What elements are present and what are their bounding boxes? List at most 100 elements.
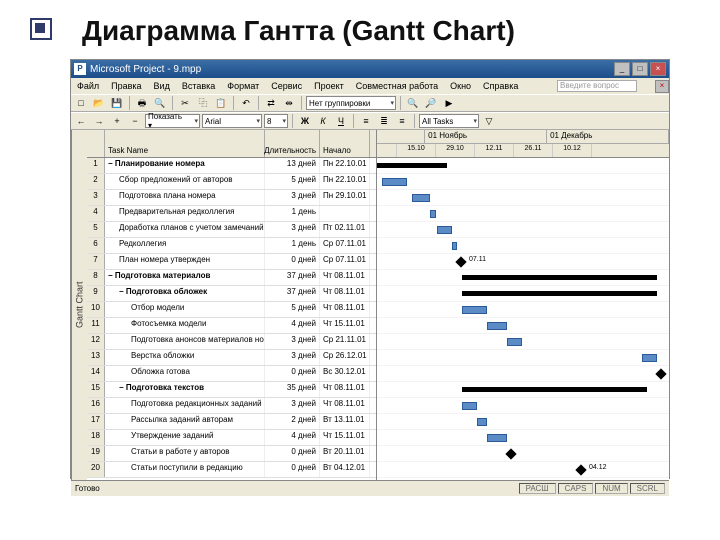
milestone-icon[interactable] (655, 368, 666, 379)
task-duration[interactable]: 13 дней (265, 158, 320, 173)
table-row[interactable]: 4Предварительная редколлегия1 день (87, 206, 376, 222)
task-duration[interactable]: 5 дней (265, 302, 320, 317)
task-start[interactable]: Ср 07.11.01 (320, 254, 370, 269)
task-duration[interactable]: 0 дней (265, 446, 320, 461)
task-name[interactable]: Сбор предложений от авторов (105, 174, 265, 189)
task-name[interactable]: − Подготовка обложек (105, 286, 265, 301)
task-duration[interactable]: 5 дней (265, 174, 320, 189)
task-name[interactable]: − Подготовка текстов (105, 382, 265, 397)
unlink-icon[interactable]: ⇹ (281, 95, 297, 111)
task-start[interactable] (320, 206, 370, 221)
col-header-id[interactable] (87, 130, 105, 157)
paste-icon[interactable]: 📋 (213, 95, 229, 111)
gantt-chart[interactable]: 01 Ноябрь 01 Декабрь 15.10 29.10 12.11 2… (377, 130, 669, 480)
align-right-icon[interactable]: ≡ (394, 113, 410, 129)
print-icon[interactable]: 🖶 (134, 95, 150, 111)
task-start[interactable]: Вт 20.11.01 (320, 446, 370, 461)
task-bar[interactable] (642, 354, 657, 362)
outline-minus-icon[interactable]: − (127, 113, 143, 129)
table-row[interactable]: 10Отбор модели5 днейЧт 08.11.01 (87, 302, 376, 318)
menu-collab[interactable]: Совместная работа (350, 81, 444, 91)
mdi-close-button[interactable]: × (655, 80, 669, 93)
table-row[interactable]: 20Статьи поступили в редакцию0 днейВт 04… (87, 462, 376, 478)
table-row[interactable]: 3Подготовка плана номера3 днейПн 29.10.0… (87, 190, 376, 206)
filter-combo[interactable]: All Tasks (419, 114, 479, 128)
task-bar[interactable] (477, 418, 487, 426)
milestone-icon[interactable] (455, 256, 466, 267)
table-row[interactable]: 2Сбор предложений от авторов5 днейПн 22.… (87, 174, 376, 190)
table-row[interactable]: 13Верстка обложки3 днейСр 26.12.01 (87, 350, 376, 366)
menu-help[interactable]: Справка (477, 81, 524, 91)
task-name[interactable]: − Подготовка материалов (105, 270, 265, 285)
task-duration[interactable]: 3 дней (265, 190, 320, 205)
task-duration[interactable]: 1 день (265, 238, 320, 253)
task-name[interactable]: − Планирование номера (105, 158, 265, 173)
close-button[interactable]: × (650, 62, 666, 76)
task-bar[interactable] (487, 434, 507, 442)
group-combo[interactable]: Нет группировки (306, 96, 396, 110)
task-name[interactable]: Отбор модели (105, 302, 265, 317)
bold-icon[interactable]: Ж (297, 113, 313, 129)
summary-bar[interactable] (377, 163, 447, 168)
task-name[interactable]: План номера утвержден (105, 254, 265, 269)
task-start[interactable]: Чт 08.11.01 (320, 286, 370, 301)
task-bar[interactable] (487, 322, 507, 330)
task-start[interactable]: Чт 15.11.01 (320, 430, 370, 445)
task-start[interactable]: Пт 02.11.01 (320, 222, 370, 237)
show-combo[interactable]: Показать ▾ (145, 114, 200, 128)
maximize-button[interactable]: □ (632, 62, 648, 76)
col-header-start[interactable]: Начало (320, 130, 370, 157)
task-bar[interactable] (462, 402, 477, 410)
copy-icon[interactable]: ⿻ (195, 95, 211, 111)
cut-icon[interactable]: ✂ (177, 95, 193, 111)
task-start[interactable]: Чт 08.11.01 (320, 270, 370, 285)
new-icon[interactable]: □ (73, 95, 89, 111)
table-row[interactable]: 9− Подготовка обложек37 днейЧт 08.11.01 (87, 286, 376, 302)
table-row[interactable]: 6Редколлегия1 деньСр 07.11.01 (87, 238, 376, 254)
autofilter-icon[interactable]: ▽ (481, 113, 497, 129)
task-duration[interactable]: 0 дней (265, 254, 320, 269)
task-start[interactable]: Ср 21.11.01 (320, 334, 370, 349)
menu-file[interactable]: Файл (71, 81, 105, 91)
undo-icon[interactable]: ↶ (238, 95, 254, 111)
align-center-icon[interactable]: ≣ (376, 113, 392, 129)
task-bar[interactable] (462, 306, 487, 314)
task-start[interactable]: Чт 08.11.01 (320, 398, 370, 413)
menu-format[interactable]: Формат (221, 81, 265, 91)
save-icon[interactable]: 💾 (109, 95, 125, 111)
font-combo[interactable]: Arial (202, 114, 262, 128)
link-icon[interactable]: ⇄ (263, 95, 279, 111)
zoom-out-icon[interactable]: 🔎 (423, 95, 439, 111)
task-name[interactable]: Редколлегия (105, 238, 265, 253)
task-duration[interactable]: 4 дней (265, 318, 320, 333)
task-duration[interactable]: 3 дней (265, 334, 320, 349)
table-row[interactable]: 8− Подготовка материалов37 днейЧт 08.11.… (87, 270, 376, 286)
view-bar[interactable]: Gantt Chart (71, 130, 87, 480)
task-name[interactable]: Статьи в работе у авторов (105, 446, 265, 461)
task-start[interactable]: Вт 04.12.01 (320, 462, 370, 477)
outline-plus-icon[interactable]: + (109, 113, 125, 129)
col-header-duration[interactable]: Длительность (265, 130, 320, 157)
zoom-in-icon[interactable]: 🔍 (405, 95, 421, 111)
task-start[interactable]: Ср 07.11.01 (320, 238, 370, 253)
menu-view[interactable]: Вид (148, 81, 176, 91)
preview-icon[interactable]: 🔍 (152, 95, 168, 111)
help-search-input[interactable]: Введите вопрос (557, 80, 637, 92)
task-duration[interactable]: 4 дней (265, 430, 320, 445)
task-bar[interactable] (430, 210, 436, 218)
font-size-combo[interactable]: 8 (264, 114, 288, 128)
menu-project[interactable]: Проект (308, 81, 350, 91)
menu-insert[interactable]: Вставка (176, 81, 221, 91)
task-duration[interactable]: 1 день (265, 206, 320, 221)
task-duration[interactable]: 0 дней (265, 462, 320, 477)
task-duration[interactable]: 0 дней (265, 366, 320, 381)
task-name[interactable]: Предварительная редколлегия (105, 206, 265, 221)
align-left-icon[interactable]: ≡ (358, 113, 374, 129)
task-duration[interactable]: 3 дней (265, 398, 320, 413)
table-row[interactable]: 1− Планирование номера13 днейПн 22.10.01 (87, 158, 376, 174)
italic-icon[interactable]: К (315, 113, 331, 129)
task-name[interactable]: Доработка планов с учетом замечаний (105, 222, 265, 237)
task-name[interactable]: Фотосъемка модели (105, 318, 265, 333)
task-duration[interactable]: 35 дней (265, 382, 320, 397)
summary-bar[interactable] (462, 291, 657, 296)
